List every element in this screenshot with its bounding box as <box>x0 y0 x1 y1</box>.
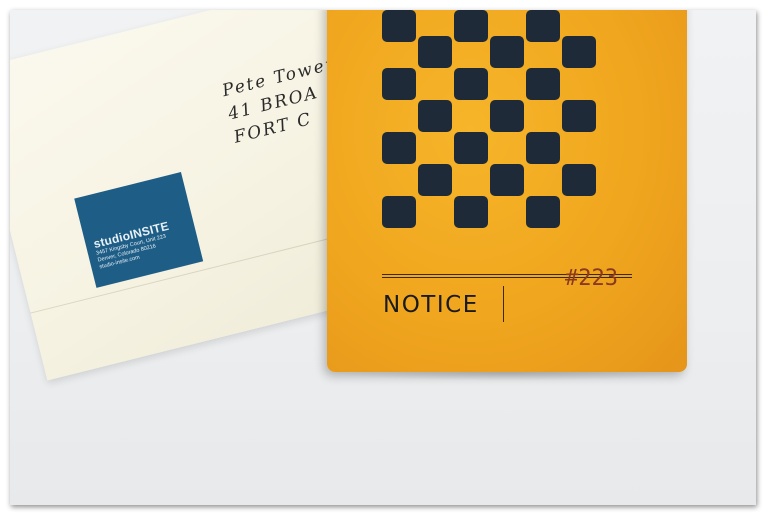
notice-card: NOTICE #223 <box>327 10 687 372</box>
checker-square <box>382 196 416 228</box>
card-number: #223 <box>565 266 618 291</box>
checker-square <box>454 68 488 100</box>
checker-square <box>490 36 524 68</box>
checker-square <box>562 164 596 196</box>
checker-square <box>454 196 488 228</box>
checker-square <box>490 164 524 196</box>
checker-square <box>562 36 596 68</box>
checker-square <box>418 164 452 196</box>
card-title: NOTICE <box>383 292 479 318</box>
photo-frame: Pete Tower 41 BROA FORT C studioINSITE 3… <box>10 10 756 505</box>
checker-square <box>418 36 452 68</box>
checker-square <box>490 100 524 132</box>
card-divider <box>503 286 504 322</box>
checker-square <box>562 100 596 132</box>
checker-square <box>382 68 416 100</box>
checker-square <box>418 100 452 132</box>
checker-square <box>526 132 560 164</box>
return-address-label: studioINSITE 3457 Kingsby Court, Unit 22… <box>74 171 204 288</box>
checker-square <box>454 10 488 42</box>
checkerboard-pattern <box>382 10 612 240</box>
checker-square <box>526 196 560 228</box>
checker-square <box>382 10 416 42</box>
checker-square <box>382 132 416 164</box>
checker-square <box>454 132 488 164</box>
checker-square <box>526 68 560 100</box>
checker-square <box>526 10 560 42</box>
